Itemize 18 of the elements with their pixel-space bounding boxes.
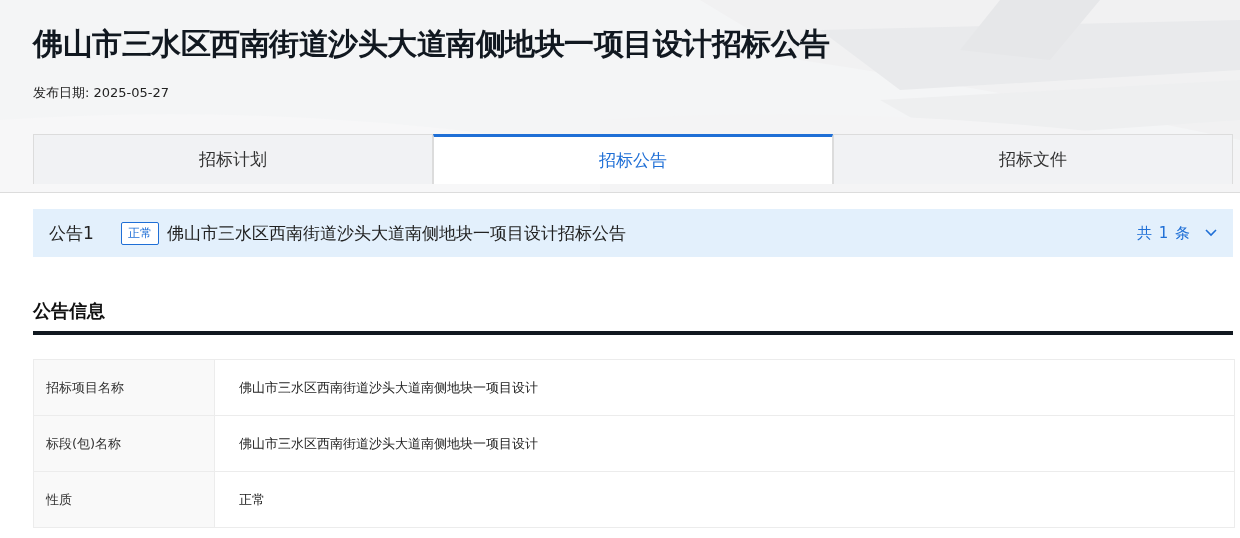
page-title: 佛山市三水区西南街道沙头大道南侧地块一项目设计招标公告: [33, 25, 831, 63]
table-cell-text: 佛山市三水区西南街道沙头大道南侧地块一项目设计: [238, 434, 538, 453]
table-cell-text: 正常: [238, 490, 265, 509]
status-badge: 正常: [121, 221, 159, 245]
section-heading: 公告信息: [33, 299, 1233, 335]
tab[interactable]: 招标文件: [833, 134, 1233, 184]
table-label-cell: 标段(包)名称: [34, 416, 215, 471]
table-label-cell: 性质: [34, 472, 215, 527]
table-cell-text: 佛山市三水区西南街道沙头大道南侧地块一项目设计: [238, 378, 538, 397]
tab[interactable]: 招标公告: [433, 134, 833, 184]
notice-title: 佛山市三水区西南街道沙头大道南侧地块一项目设计招标公告: [167, 221, 627, 245]
notice-count: 共 1 条: [1136, 223, 1191, 243]
notice-bar[interactable]: 公告1 正常 佛山市三水区西南街道沙头大道南侧地块一项目设计招标公告 共 1 条: [33, 209, 1233, 257]
notice-label: 公告1: [49, 221, 95, 245]
publish-date: 发布日期: 2025-05-27: [33, 84, 171, 102]
table-label-cell: 招标项目名称: [34, 360, 215, 415]
chevron-down-icon[interactable]: [1205, 229, 1217, 237]
tab[interactable]: 招标计划: [33, 134, 433, 184]
